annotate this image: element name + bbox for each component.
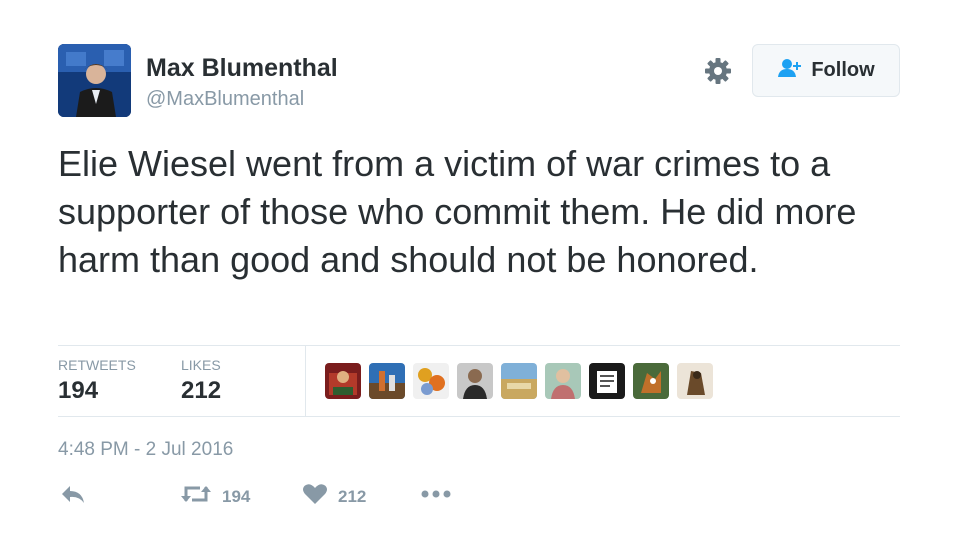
user-name[interactable]: Max Blumenthal <box>146 54 338 83</box>
retweet-count: 194 <box>222 486 251 506</box>
tweet-timestamp[interactable]: 4:48 PM - 2 Jul 2016 <box>58 439 233 461</box>
likes-count: 212 <box>181 377 222 404</box>
retweets-label: RETWEETS <box>58 357 136 373</box>
liker-avatar[interactable] <box>633 363 669 399</box>
retweet-button[interactable]: 194 <box>180 483 250 510</box>
avatar[interactable] <box>58 44 131 117</box>
liker-avatar[interactable] <box>589 363 625 399</box>
more-icon <box>420 483 452 510</box>
gear-icon[interactable] <box>702 55 734 87</box>
reply-icon <box>60 483 86 510</box>
follow-button-label: Follow <box>811 59 875 81</box>
user-handle[interactable]: @MaxBlumenthal <box>146 88 304 111</box>
heart-icon <box>302 483 328 510</box>
follow-button[interactable]: Follow <box>752 44 900 97</box>
retweets-stat[interactable]: RETWEETS 194 <box>58 357 136 405</box>
like-count: 212 <box>338 486 367 506</box>
liker-avatar[interactable] <box>677 363 713 399</box>
liker-avatar[interactable] <box>457 363 493 399</box>
reply-button[interactable] <box>60 483 86 510</box>
liker-avatars <box>325 363 713 399</box>
tweet-stats: RETWEETS 194 LIKES 212 <box>58 345 900 417</box>
liker-avatar[interactable] <box>369 363 405 399</box>
more-button[interactable] <box>420 483 452 510</box>
likes-stat[interactable]: LIKES 212 <box>181 357 221 405</box>
retweet-icon <box>180 483 212 510</box>
like-button[interactable]: 212 <box>302 483 366 510</box>
add-user-icon <box>777 58 803 83</box>
tweet-text: Elie Wiesel went from a victim of war cr… <box>58 143 857 280</box>
likes-label: LIKES <box>181 357 221 373</box>
liker-avatar[interactable] <box>545 363 581 399</box>
liker-avatar[interactable] <box>325 363 361 399</box>
liker-avatar[interactable] <box>413 363 449 399</box>
retweets-count: 194 <box>58 377 99 404</box>
liker-avatar[interactable] <box>501 363 537 399</box>
stats-divider <box>305 346 306 416</box>
